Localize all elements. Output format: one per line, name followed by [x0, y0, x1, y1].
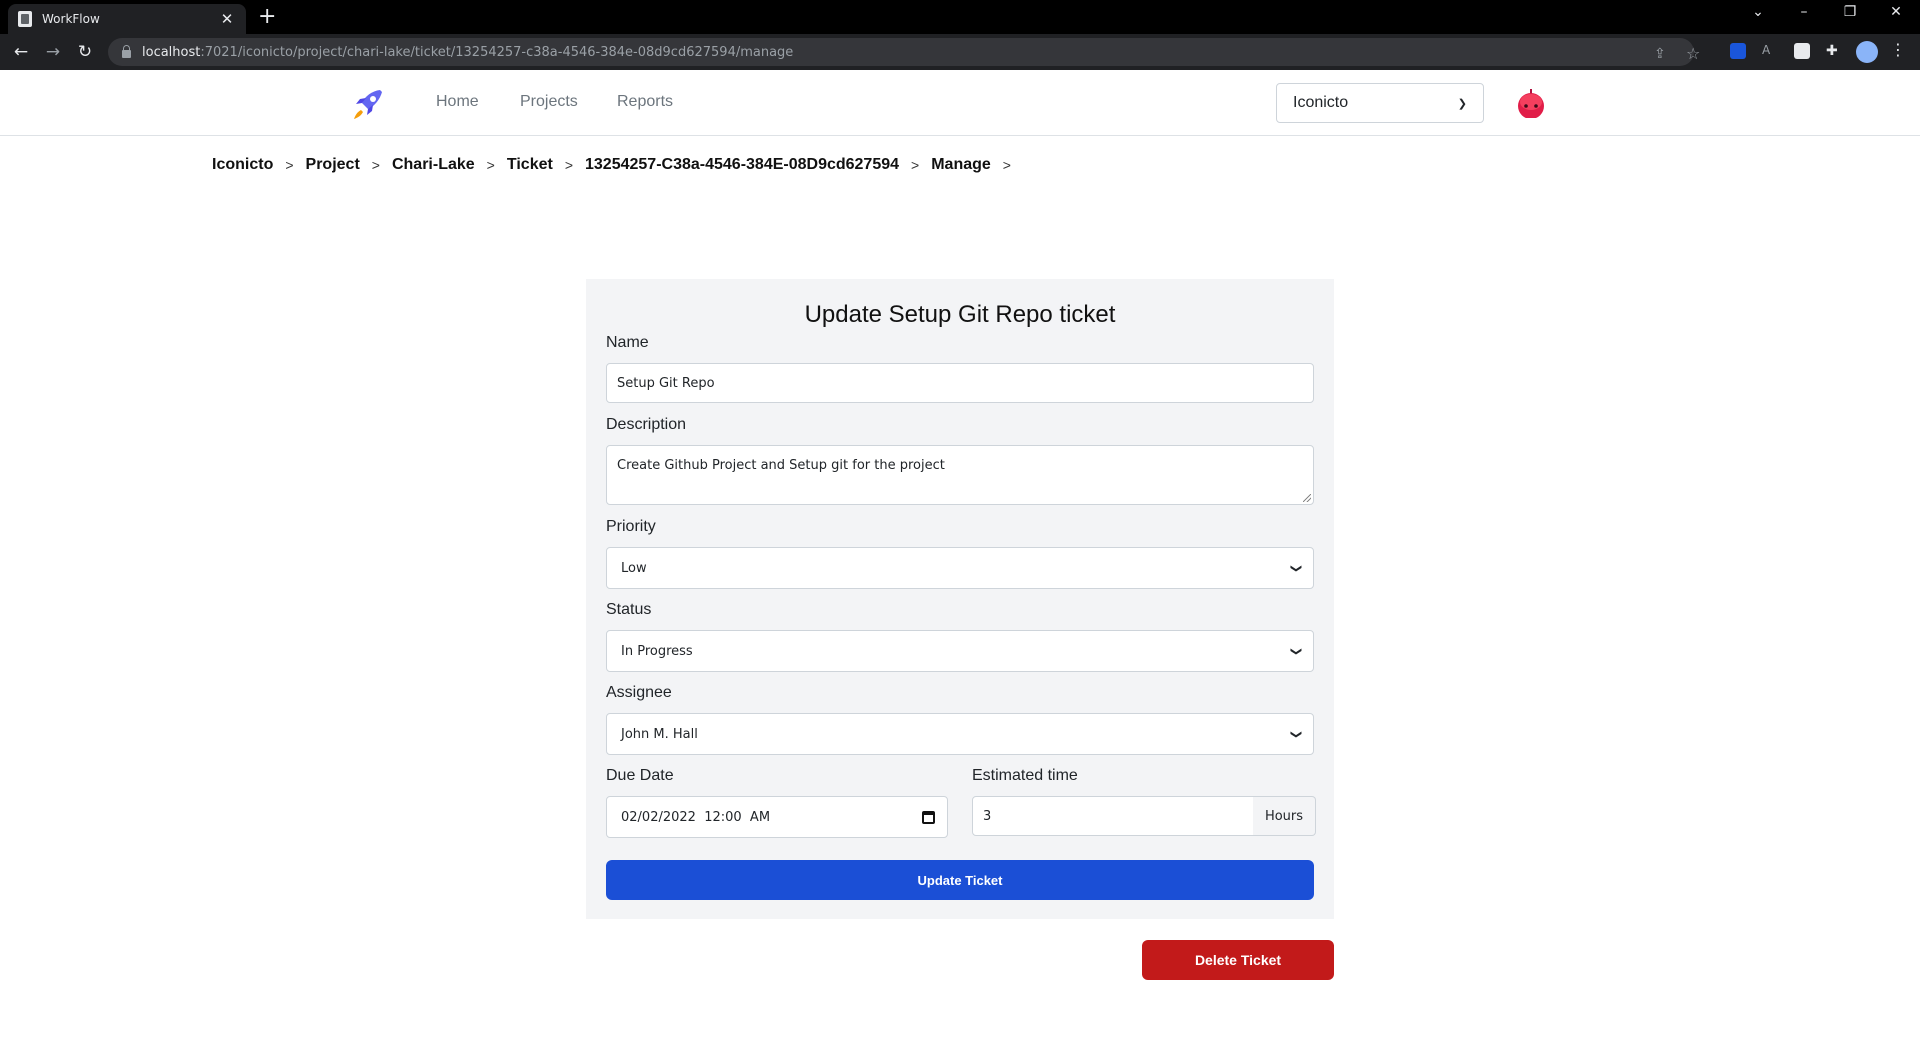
profile-avatar-icon[interactable] [1856, 41, 1878, 63]
breadcrumb-separator: > [911, 157, 920, 173]
user-avatar[interactable] [1516, 88, 1546, 118]
breadcrumb-separator: > [1002, 157, 1011, 173]
extension-icon[interactable] [1730, 43, 1746, 59]
name-label: Name [606, 334, 649, 351]
breadcrumb-ticket[interactable]: Ticket [507, 156, 553, 174]
description-textarea-value: Create Github Project and Setup git for … [617, 458, 945, 473]
chevron-down-icon: ❯ [1289, 729, 1303, 739]
translate-extension-icon[interactable]: A [1762, 43, 1778, 59]
name-input[interactable]: Setup Git Repo [606, 363, 1314, 403]
delete-ticket-button[interactable]: Delete Ticket [1142, 940, 1334, 980]
forward-icon[interactable]: → [42, 41, 64, 63]
close-window-icon[interactable]: ✕ [1884, 4, 1908, 20]
assignee-label: Assignee [606, 684, 672, 701]
breadcrumb-project-name[interactable]: Chari-Lake [392, 156, 475, 174]
breadcrumb-manage[interactable]: Manage [931, 156, 991, 174]
share-icon[interactable]: ⇪ [1654, 46, 1666, 62]
address-bar[interactable]: localhost:7021/iconicto/project/chari-la… [108, 38, 1700, 66]
estimated-time-input-value: 3 [983, 808, 992, 824]
bookmark-star-icon[interactable]: ☆ [1686, 44, 1700, 63]
estimated-time-input[interactable]: 3 [972, 796, 1254, 836]
breadcrumb-separator: > [564, 157, 573, 173]
form-title: Update Setup Git Repo ticket [804, 301, 1116, 328]
new-tab-button[interactable]: + [258, 4, 276, 30]
browser-toolbar: ← → ↻ localhost:7021/iconicto/project/ch… [0, 34, 1920, 70]
tab-title: WorkFlow [42, 12, 100, 26]
breadcrumb-separator: > [486, 157, 495, 173]
priority-select[interactable]: Low ❯ [606, 547, 1314, 589]
resize-handle-icon[interactable] [1303, 494, 1311, 502]
due-date-input-value: 02/02/2022 12:00 AM [621, 809, 771, 825]
assignee-select-value: John M. Hall [621, 726, 698, 742]
assignee-select[interactable]: John M. Hall ❯ [606, 713, 1314, 755]
status-select[interactable]: In Progress ❯ [606, 630, 1314, 672]
breadcrumb-separator: > [371, 157, 380, 173]
back-icon[interactable]: ← [10, 41, 32, 63]
nav-home-link[interactable]: Home [436, 93, 479, 111]
update-ticket-form: Update Setup Git Repo ticket Name Setup … [586, 279, 1334, 919]
update-ticket-button[interactable]: Update Ticket [606, 860, 1314, 900]
chevron-down-icon: ❯ [1289, 563, 1303, 573]
url-path: :7021/iconicto/project/chari-lake/ticket… [200, 44, 794, 60]
extension-icon[interactable] [1794, 43, 1810, 59]
restore-icon[interactable]: ❐ [1838, 4, 1862, 20]
app-navbar: Home Projects Reports Iconicto ❯ [0, 70, 1920, 136]
organization-select-value: Iconicto [1293, 94, 1349, 111]
description-label: Description [606, 416, 687, 433]
nav-reports-link[interactable]: Reports [617, 93, 673, 111]
name-input-value: Setup Git Repo [617, 375, 715, 391]
due-date-label: Due Date [606, 767, 674, 784]
lock-icon[interactable] [122, 44, 131, 58]
tab-search-icon[interactable]: ⌄ [1746, 4, 1770, 20]
breadcrumb-project[interactable]: Project [306, 156, 360, 174]
due-date-input[interactable]: 02/02/2022 12:00 AM [606, 796, 948, 838]
browser-tab[interactable]: WorkFlow ✕ [8, 4, 246, 34]
priority-label: Priority [606, 518, 656, 535]
breadcrumb-ticket-id[interactable]: 13254257-C38a-4546-384E-08D9cd627594 [585, 156, 899, 174]
nav-projects-link[interactable]: Projects [520, 93, 578, 111]
organization-select[interactable]: Iconicto ❯ [1276, 83, 1484, 123]
priority-select-value: Low [621, 560, 647, 576]
url-host: localhost [142, 44, 201, 60]
reload-icon[interactable]: ↻ [74, 41, 96, 63]
close-tab-icon[interactable]: ✕ [218, 10, 236, 28]
status-label: Status [606, 601, 652, 618]
calendar-icon[interactable] [922, 810, 935, 824]
minimize-icon[interactable]: – [1792, 4, 1816, 20]
estimated-time-label: Estimated time [972, 767, 1078, 784]
hours-addon: Hours [1253, 796, 1316, 836]
breadcrumb-separator: > [285, 157, 294, 173]
puzzle-icon[interactable]: ✚ [1826, 43, 1842, 59]
browser-tab-bar: WorkFlow ✕ + ⌄ – ❐ ✕ [0, 0, 1920, 34]
rocket-logo-icon[interactable] [350, 86, 386, 122]
page-favicon-icon [18, 11, 32, 27]
breadcrumb-organization[interactable]: Iconicto [212, 156, 273, 174]
chevron-down-icon: ❯ [1289, 646, 1303, 656]
menu-kebab-icon[interactable]: ⋮ [1890, 40, 1906, 59]
description-textarea[interactable]: Create Github Project and Setup git for … [606, 445, 1314, 505]
chevron-down-icon: ❯ [1457, 97, 1467, 110]
status-select-value: In Progress [621, 643, 693, 659]
breadcrumb: Iconicto > Project > Chari-Lake > Ticket… [212, 156, 1023, 174]
